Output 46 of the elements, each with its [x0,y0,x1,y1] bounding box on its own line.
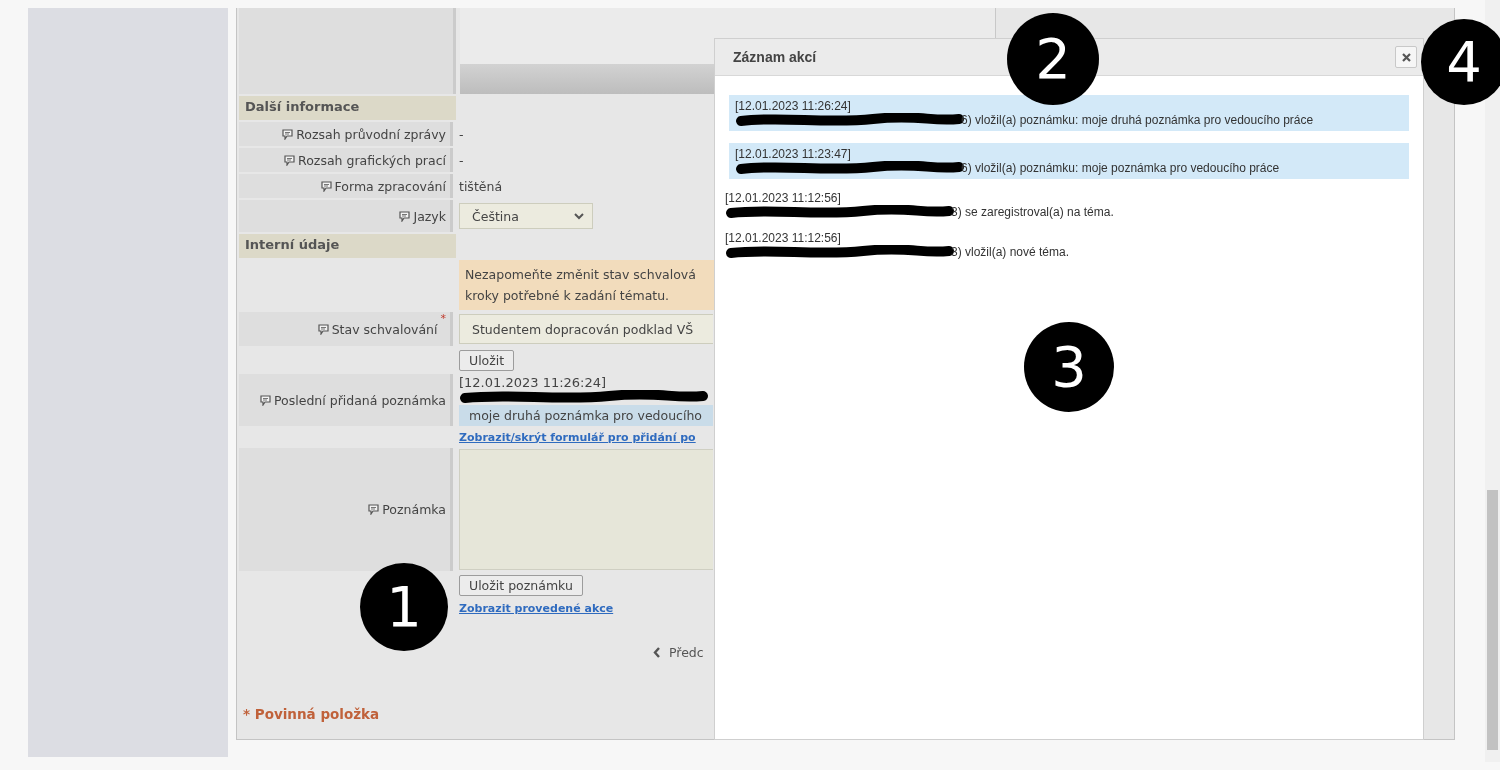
save-button[interactable]: Uložit [459,349,515,371]
chevron-down-icon [574,212,584,220]
field-label: Rozsah grafických prací [298,152,446,168]
dialog-title: Záznam akcí [733,49,817,65]
entry-timestamp: [12.01.2023 11:26:24] [735,99,852,113]
required-note: * Povinná položka [243,706,381,722]
comment-icon [284,154,296,166]
note-text: moje druhá poznámka pro vedoucího [459,405,713,426]
chevron-left-icon [653,647,661,658]
field-value: - [459,126,465,142]
comment-icon [282,128,294,140]
field-label: Stav schvalování [331,321,438,337]
field-label: Jazyk [413,208,446,224]
close-button[interactable] [1395,46,1417,68]
field-label: Forma zpracování [334,178,446,194]
comment-icon [317,323,329,335]
note-timestamp: [12.01.2023 11:26:24] [459,375,608,390]
section-heading: Interní údaje [239,234,456,258]
link[interactable]: Zobrazit provedené akce [459,601,614,615]
entry-timestamp: [12.01.2023 11:23:47] [735,147,852,161]
field-label: Poslední přidaná poznámka [274,392,446,408]
required-mark: * [440,312,446,325]
field-label: Poznámka [382,502,446,517]
entry-text: 3) vložil(a) nové téma. [951,245,1070,259]
status-dropdown[interactable]: Studentem dopracován podklad VŠ [459,314,713,344]
comment-icon [320,180,332,192]
section-heading: Další informace [239,96,456,120]
previous-link[interactable]: Předc [669,645,704,660]
entry-text: 6) vložil(a) poznámku: moje poznámka pro vedoucího práce [961,161,1280,175]
entry-text: 6) vložil(a) poznámku: moje druhá poznámka pro vedoucího práce [961,113,1314,127]
comment-icon [399,210,411,222]
field-value: - [459,152,465,168]
entry-text: 3) se zaregistroval(a) na téma. [951,205,1114,219]
save-button[interactable]: Uložit poznámku [459,574,583,596]
field-value: tištěná [459,178,504,194]
annotation-marker: 3 [1024,322,1114,412]
entry-timestamp: [12.01.2023 11:12:56] [725,231,842,245]
field-label: Rozsah průvodní zprávy [296,126,446,142]
link[interactable]: Zobrazit/skrýt formulář pro přidání po [459,430,696,444]
comment-icon [260,394,271,406]
scrollbar[interactable] [1485,0,1500,762]
entry-timestamp: [12.01.2023 11:12:56] [725,191,842,205]
language-dropdown[interactable]: Čeština [459,203,593,229]
close-icon [1401,52,1411,62]
annotation-marker: 1 [360,563,448,651]
comment-icon [368,504,380,515]
